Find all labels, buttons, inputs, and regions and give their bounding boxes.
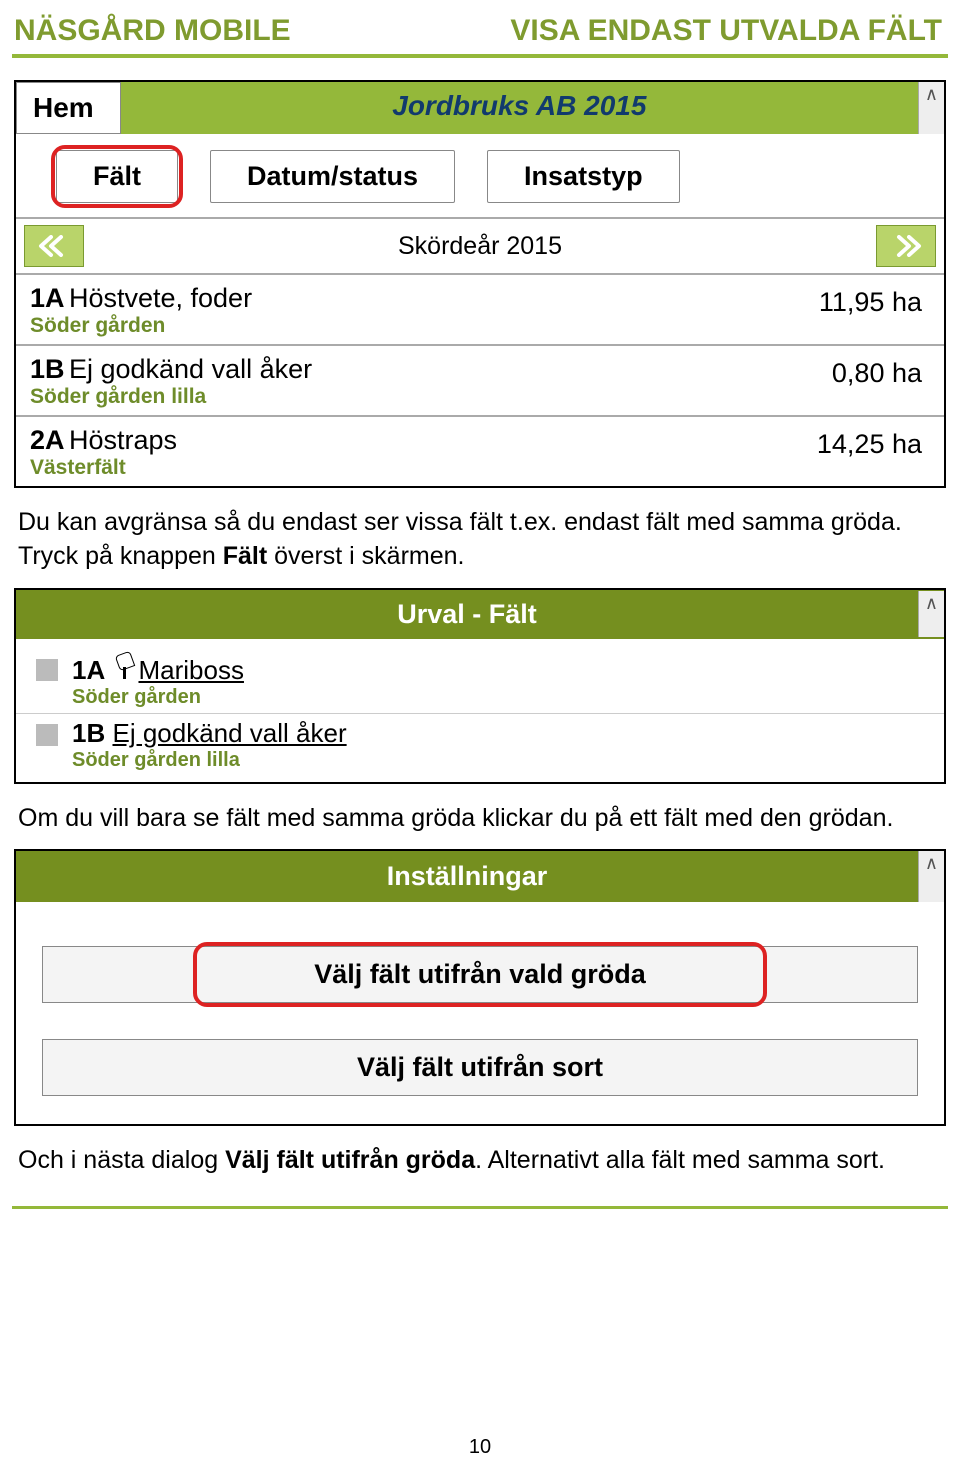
urval-topbar: Urval - Fält ∧ — [16, 590, 944, 639]
field-code: 1B — [72, 718, 105, 748]
next-year-button[interactable] — [876, 225, 936, 267]
year-selector: Skördeår 2015 — [16, 219, 944, 275]
footer-rule — [12, 1206, 948, 1209]
field-farm: Västerfält — [30, 456, 177, 480]
header-rule — [12, 54, 948, 58]
screenshot-installningar: Inställningar ∧ Välj fält utifrån vald g… — [14, 849, 946, 1126]
field-area: 0,80 ha — [832, 354, 922, 389]
field-crop: Ej godkänd vall åker — [112, 718, 346, 748]
field-crop: Höstvete, foder — [69, 283, 252, 313]
field-farm: Söder gården lilla — [72, 749, 347, 772]
scrollbar-up-icon[interactable]: ∧ — [918, 591, 944, 637]
urval-title: Urval - Fält — [16, 590, 918, 639]
scrollbar-up-icon[interactable]: ∧ — [918, 851, 944, 902]
instruction-paragraph-2: Om du vill bara se fält med samma gröda … — [18, 802, 942, 836]
checkbox[interactable] — [36, 724, 58, 746]
field-crop: Höstraps — [69, 425, 177, 455]
field-crop: Ej godkänd vall åker — [69, 354, 312, 384]
page-number: 10 — [0, 1436, 960, 1459]
tab-falt[interactable]: Fält — [56, 150, 178, 203]
field-row[interactable]: 2A Höstraps Västerfält 14,25 ha — [16, 417, 944, 486]
field-variety: Mariboss — [138, 655, 243, 685]
field-row[interactable]: 1A Höstvete, foder Söder gården 11,95 ha — [16, 275, 944, 346]
tab-insatstyp[interactable]: Insatstyp — [487, 150, 680, 203]
field-area: 14,25 ha — [817, 425, 922, 460]
screenshot-urval-falt: Urval - Fält ∧ 1A Mariboss Söder gården … — [14, 588, 946, 784]
instruction-paragraph-3: Och i nästa dialog Välj fält utifrån grö… — [18, 1144, 942, 1178]
home-button[interactable]: Hem — [16, 82, 121, 134]
field-code: 1A — [30, 283, 65, 313]
pointer-cursor-icon — [114, 659, 136, 685]
field-code: 2A — [30, 425, 65, 455]
scrollbar-up-icon[interactable]: ∧ — [918, 82, 944, 134]
app-title: Jordbruks AB 2015 — [121, 82, 918, 134]
prev-year-button[interactable] — [24, 225, 84, 267]
instruction-paragraph-1: Du kan avgränsa så du endast ser vissa f… — [18, 506, 942, 574]
header-left: NÄSGÅRD MOBILE — [14, 14, 291, 48]
page-header: NÄSGÅRD MOBILE VISA ENDAST UTVALDA FÄLT — [0, 0, 960, 54]
field-code: 1B — [30, 354, 65, 384]
tab-row: Fält Datum/status Insatstyp — [16, 134, 944, 219]
app-topbar: Hem Jordbruks AB 2015 ∧ — [16, 82, 944, 134]
tab-datum-status[interactable]: Datum/status — [210, 150, 455, 203]
choose-by-variety-button[interactable]: Välj fält utifrån sort — [42, 1039, 918, 1096]
field-row[interactable]: 1B Ej godkänd vall åker Söder gården lil… — [16, 346, 944, 417]
checkbox[interactable] — [36, 659, 58, 681]
field-code: 1A — [72, 655, 105, 685]
choose-by-crop-button[interactable]: Välj fält utifrån vald gröda — [42, 946, 918, 1003]
settings-title: Inställningar — [16, 851, 918, 902]
settings-topbar: Inställningar ∧ — [16, 851, 944, 902]
field-farm: Söder gården — [72, 686, 244, 709]
harvest-year-label: Skördeår 2015 — [92, 232, 868, 261]
header-right: VISA ENDAST UTVALDA FÄLT — [510, 14, 942, 48]
urval-row[interactable]: 1B Ej godkänd vall åker Söder gården lil… — [16, 714, 944, 776]
urval-row[interactable]: 1A Mariboss Söder gården — [16, 649, 944, 714]
field-farm: Söder gården lilla — [30, 385, 312, 409]
field-area: 11,95 ha — [819, 283, 922, 318]
screenshot-field-list: Hem Jordbruks AB 2015 ∧ Fält Datum/statu… — [14, 80, 946, 488]
field-farm: Söder gården — [30, 314, 252, 338]
